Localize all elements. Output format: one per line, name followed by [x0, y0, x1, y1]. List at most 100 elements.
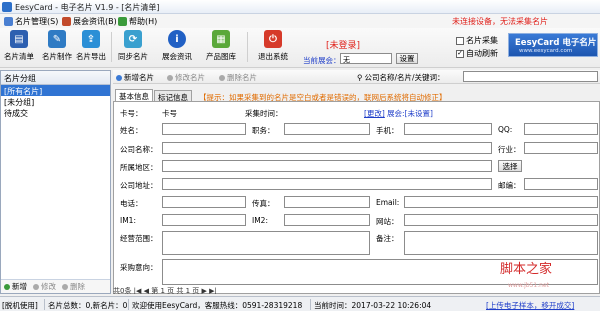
watermark-url: www.jb51.net [508, 282, 549, 289]
status-bar: [脱机使用] 名片总数：0,新名片：0 欢迎使用EesyCard，客服热线：05… [0, 296, 600, 311]
company-field[interactable] [162, 142, 492, 154]
current-expo-field[interactable]: 无 [340, 53, 392, 64]
business-scope-label: 经营范围： [120, 234, 158, 243]
product-gallery-button[interactable]: ▦ 产品图库 [204, 30, 238, 66]
toolbar-separator [111, 32, 112, 62]
card-total-status: 名片总数：0,新名片：0 [48, 301, 128, 310]
region-select-button[interactable]: 选择 [498, 160, 522, 172]
expo-info-button[interactable]: i 展会资讯 [160, 30, 194, 66]
address-label: 公司地址： [120, 181, 158, 190]
sync-icon: ⟳ [124, 30, 142, 48]
add-group-button[interactable]: 新增 [4, 281, 27, 292]
window-title: EesyCard - 电子名片 V1.9 - [名片清单] [15, 3, 160, 12]
qq-field[interactable] [524, 123, 598, 135]
delete-group-button[interactable]: 删除 [62, 281, 85, 292]
menu-card-management[interactable]: 名片管理(S) [4, 16, 58, 27]
qq-label: QQ: [498, 125, 513, 134]
search-icon: ⚲ [357, 73, 363, 82]
info-icon: i [168, 30, 186, 48]
gallery-icon: ▦ [212, 30, 230, 48]
edit-icon [33, 283, 39, 290]
watermark-text: 脚本之家 [500, 262, 553, 277]
phone-field[interactable] [162, 196, 246, 208]
delete-card-icon [219, 74, 225, 81]
edit-card-icon [167, 74, 173, 81]
fax-field[interactable] [284, 196, 370, 208]
website-label: 网站： [376, 217, 399, 226]
title-label: 职务： [252, 126, 275, 135]
name-label: 姓名： [120, 126, 143, 135]
device-warning: 未连接设备，无法采集名片 [452, 17, 548, 26]
brand-logo: EesyCard 电子名片 www.eesycard.com [508, 33, 598, 57]
mode-status: [脱机使用] [2, 301, 38, 310]
card-no-value: 卡号 [162, 109, 177, 118]
im1-field[interactable] [162, 214, 246, 226]
note-field[interactable] [404, 231, 598, 255]
change-link[interactable]: [更改] [364, 108, 385, 119]
collect-checkbox-box[interactable] [456, 36, 464, 45]
group-item-pending[interactable]: 待成交 [1, 107, 110, 118]
name-field[interactable] [162, 123, 246, 135]
time-status: 当前时间：2017-03-22 10:26:04 [314, 301, 432, 310]
mobile-field[interactable] [404, 123, 492, 135]
business-scope-field[interactable] [162, 231, 370, 255]
delete-card-button[interactable]: 删除名片 [219, 72, 257, 83]
email-field[interactable] [404, 196, 598, 208]
menu-expo-info[interactable]: 展会资讯(B) [62, 16, 117, 27]
industry-label: 行业： [498, 145, 521, 154]
login-status[interactable]: [未登录] [326, 38, 360, 51]
collect-checkbox[interactable]: 名片采集 [456, 35, 498, 46]
edit-card-button[interactable]: 修改名片 [167, 72, 205, 83]
title-field[interactable] [284, 123, 370, 135]
postcode-field[interactable] [524, 178, 598, 190]
edit-group-button[interactable]: 修改 [33, 281, 56, 292]
phone-label: 电话： [120, 199, 143, 208]
expo-info-icon [62, 17, 71, 26]
company-label: 公司名称： [120, 145, 158, 154]
card-management-icon [4, 17, 13, 26]
region-field[interactable] [162, 160, 492, 172]
card-group-panel: 名片分组 [所有名片] [未分组] 待成交 新增 修改 删除 [0, 70, 111, 294]
export-icon: ⇪ [82, 30, 100, 48]
note-label: 备注： [376, 234, 399, 243]
address-field[interactable] [162, 178, 492, 190]
checkmark-icon[interactable]: ✓ [456, 49, 464, 58]
region-label: 所属地区： [120, 163, 158, 172]
help-icon [118, 17, 127, 26]
website-field[interactable] [404, 214, 598, 226]
exit-system-button[interactable]: ⏻ 退出系统 [256, 30, 290, 66]
autorefresh-checkbox[interactable]: ✓ 自动刷新 [456, 48, 498, 59]
card-no-label: 卡号： [120, 109, 143, 118]
card-toolbar: 新增名片 修改名片 删除名片 ⚲ 公司名称/名片/关键词： [113, 70, 600, 84]
power-icon: ⏻ [264, 30, 282, 48]
sync-card-button[interactable]: ⟳ 同步名片 [116, 30, 150, 66]
new-card-button[interactable]: 新增名片 [116, 72, 154, 83]
detail-tabs: 基本信息 标记信息 【提示：如果采集到的名片是空白或者是错误的，联网后系统将自动… [113, 88, 600, 102]
group-item-ungrouped[interactable]: [未分组] [1, 96, 110, 107]
card-export-button[interactable]: ⇪ 名片导出 [74, 30, 108, 66]
im1-label: IM1: [120, 216, 136, 225]
im2-label: IM2: [252, 216, 268, 225]
settings-button[interactable]: 设置 [396, 53, 418, 64]
email-label: Email: [376, 198, 400, 207]
industry-field[interactable] [524, 142, 598, 154]
card-make-button[interactable]: ✎ 名片制作 [40, 30, 74, 66]
fax-label: 传真： [252, 199, 275, 208]
title-bar: EesyCard - 电子名片 V1.9 - [名片清单] [0, 0, 600, 14]
collect-time-label: 采集时间： [245, 109, 283, 118]
status-separator [310, 299, 311, 310]
status-separator [128, 299, 129, 310]
current-expo-label: 当前展会： [303, 56, 341, 65]
im2-field[interactable] [284, 214, 370, 226]
menu-help[interactable]: 帮助(H) [118, 16, 157, 27]
welcome-status: 欢迎使用EesyCard，客服热线：0591-28319218 [132, 301, 303, 310]
card-edit-icon: ✎ [48, 30, 66, 48]
group-item-all[interactable]: [所有名片] [1, 85, 110, 96]
card-group-header: 名片分组 [1, 71, 110, 85]
status-separator [44, 299, 45, 310]
app-icon [2, 2, 12, 12]
search-input[interactable] [463, 71, 598, 82]
card-list-button[interactable]: ▤ 名片清单 [2, 30, 36, 66]
upload-sample-link[interactable]: [上传电子样本，移开成交] [486, 300, 574, 311]
postcode-label: 邮编： [498, 181, 521, 190]
